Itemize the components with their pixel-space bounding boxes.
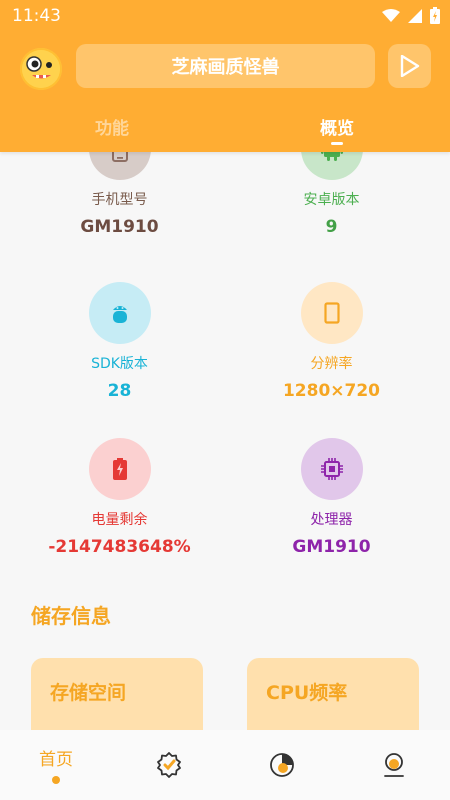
header-tabs: 功能 概览: [0, 108, 450, 152]
info-icon-circle: [88, 438, 151, 500]
storage-space-card[interactable]: 存储空间: [31, 658, 203, 730]
bottom-navigation: 首页: [0, 730, 450, 800]
nav-profile[interactable]: [338, 730, 450, 800]
info-value: GM1910: [292, 537, 371, 557]
info-icon-circle: [300, 438, 363, 500]
play-button[interactable]: [388, 44, 431, 88]
info-item-phone-model: 手机型号 GM1910: [7, 152, 232, 237]
nav-tools[interactable]: [113, 730, 225, 800]
top-bar: 芝麻画质怪兽: [0, 44, 450, 92]
info-item-android-version: 安卓版本 9: [219, 152, 444, 237]
profile-icon: [384, 753, 404, 777]
info-item-battery: 电量剩余 -2147483648%: [7, 438, 232, 557]
app-logo[interactable]: [20, 48, 62, 90]
info-value: 28: [107, 381, 132, 401]
tab-functions[interactable]: 功能: [42, 114, 182, 139]
info-label: 处理器: [310, 512, 353, 528]
info-icon-circle: [88, 282, 151, 344]
info-icon-circle: [300, 282, 363, 344]
wifi-icon: [382, 8, 400, 22]
android-sdk-icon: [112, 306, 127, 323]
status-bar: 11:43: [0, 0, 450, 32]
info-label: 电量剩余: [91, 512, 148, 528]
phone-icon: [111, 152, 128, 162]
info-label: 手机型号: [91, 192, 148, 208]
info-label: 安卓版本: [303, 192, 360, 208]
nav-stats[interactable]: [226, 730, 338, 800]
info-icon-circle: [300, 152, 363, 180]
info-icon-circle: [88, 152, 151, 180]
info-value: 1280×720: [282, 381, 381, 401]
card-title: 存储空间: [50, 682, 127, 704]
android-icon: [320, 152, 343, 161]
tablet-icon: [323, 302, 340, 324]
active-tab-indicator: [331, 142, 343, 145]
signal-icon: [408, 8, 422, 23]
info-label: 分辨率: [310, 356, 353, 372]
pie-chart-icon: [270, 753, 294, 777]
info-value: 9: [325, 217, 338, 237]
app-title-button[interactable]: 芝麻画质怪兽: [76, 44, 375, 88]
battery-status-icon: [430, 7, 440, 24]
monster-logo-icon: [22, 50, 60, 88]
app-header: 11:43 芝麻画质怪兽 功能 概览: [0, 0, 450, 152]
info-item-resolution: 分辨率 1280×720: [219, 282, 444, 401]
status-icons: [382, 7, 440, 24]
storage-section-title: 储存信息: [31, 604, 111, 628]
status-time: 11:43: [12, 6, 61, 26]
play-icon: [400, 55, 419, 77]
tab-overview[interactable]: 概览: [267, 114, 407, 139]
info-label: SDK版本: [91, 356, 148, 372]
nav-home-label: 首页: [39, 750, 73, 770]
battery-icon: [112, 458, 127, 480]
info-value: -2147483648%: [48, 537, 191, 557]
info-item-sdk-version: SDK版本 28: [7, 282, 232, 401]
card-title: CPU频率: [266, 682, 348, 704]
badge-check-icon: [157, 752, 181, 778]
app-title: 芝麻画质怪兽: [171, 57, 280, 78]
overview-content[interactable]: 手机型号 GM1910 安卓版本 9 SDK版本 28 分辨率 1280×720…: [0, 152, 450, 730]
info-value: GM1910: [80, 217, 159, 237]
cpu-icon: [320, 458, 343, 480]
active-nav-dot: [52, 776, 60, 784]
nav-home[interactable]: 首页: [0, 730, 112, 800]
info-item-processor: 处理器 GM1910: [219, 438, 444, 557]
cpu-frequency-card[interactable]: CPU频率: [247, 658, 419, 730]
